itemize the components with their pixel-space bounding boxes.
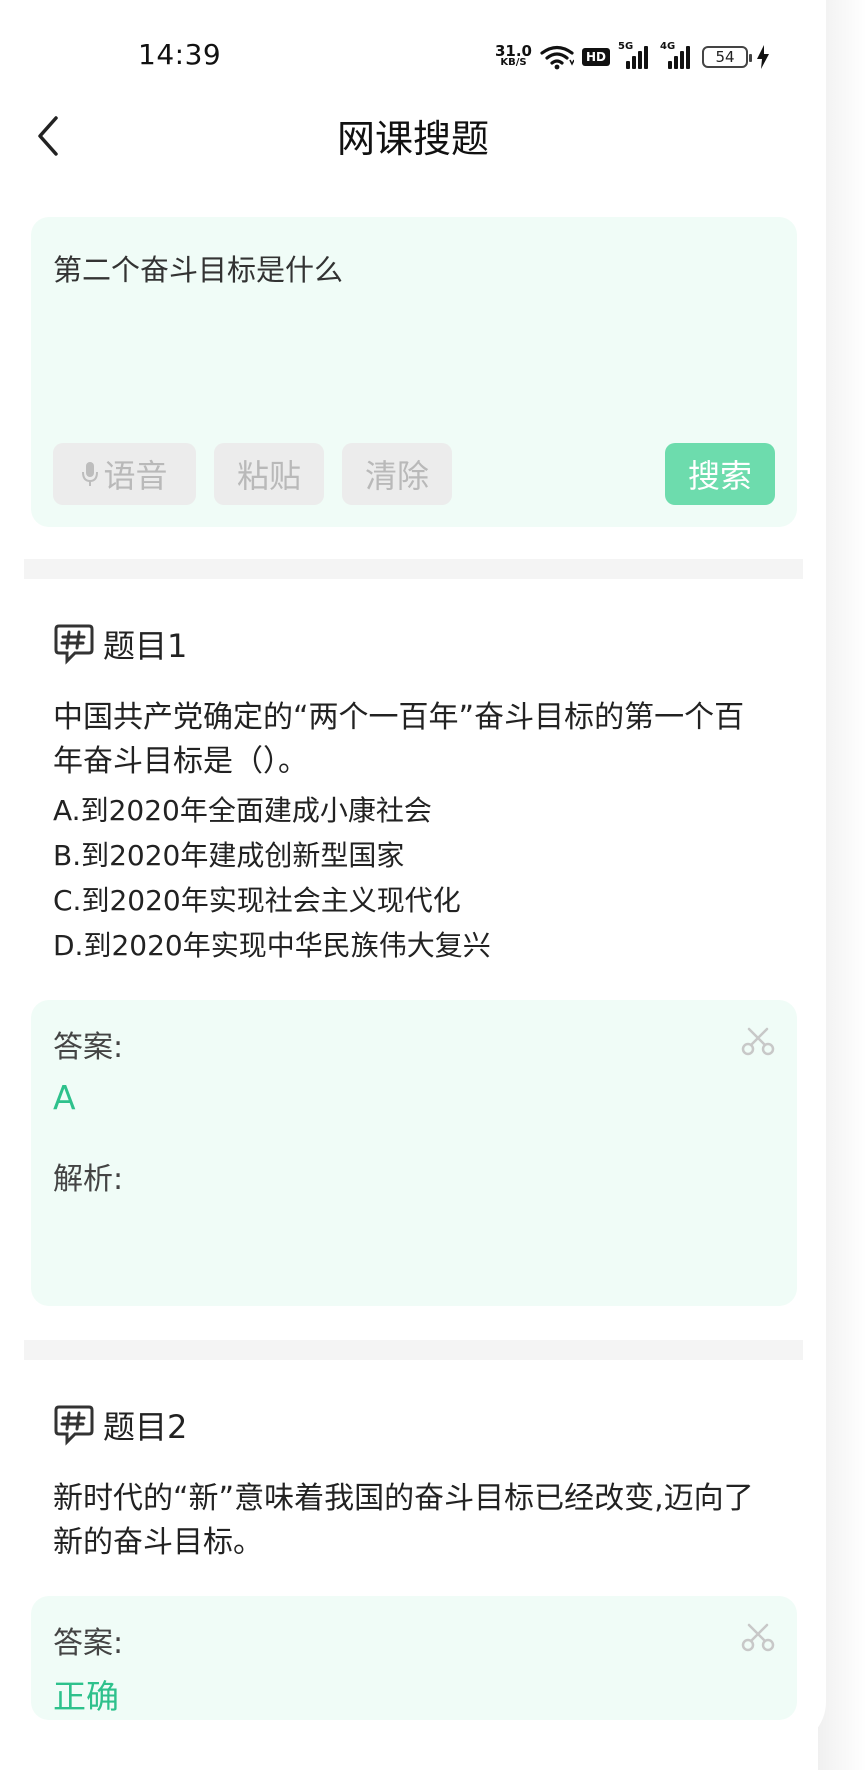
question-2-header: 题目2 [53, 1402, 187, 1448]
voice-button[interactable]: 语音 [53, 443, 196, 505]
voice-button-label: 语音 [103, 457, 168, 495]
wifi-icon [540, 45, 574, 70]
section-divider [24, 1340, 803, 1360]
search-button[interactable]: 搜索 [665, 443, 775, 505]
answer-value: A [53, 1078, 76, 1117]
scissors-icon[interactable] [741, 1622, 775, 1652]
question-2-label: 题目2 [103, 1408, 188, 1446]
search-input[interactable]: 第二个奋斗目标是什么 [53, 247, 773, 289]
battery-level: 54 [715, 48, 735, 66]
analysis-label: 解析: [53, 1162, 124, 1197]
hashtag-chat-icon [54, 624, 94, 665]
hd-badge: HD [581, 48, 610, 66]
option-b: B.到2020年建成创新型国家 [53, 839, 405, 872]
status-time: 14:39 [138, 38, 222, 71]
answer-label: 答案: [53, 1030, 124, 1065]
question-1-header: 题目1 [53, 621, 187, 667]
net-speed: 31.0 KB/S [494, 42, 532, 69]
option-c: C.到2020年实现社会主义现代化 [53, 884, 461, 917]
answer-value: 正确 [53, 1677, 119, 1716]
status-bar: 14:39 31.0 KB/S HD 5G 4G 54 [0, 36, 826, 80]
net-speed-value: 31.0 [494, 42, 532, 60]
question-1-text: 中国共产党确定的“两个一百年”奋斗目标的第一个百年奋斗目标是（）。 [53, 700, 745, 779]
signal-5g-icon: 5G [618, 41, 652, 69]
option-d: D.到2020年实现中华民族伟大复兴 [53, 929, 491, 962]
clear-button-label: 清除 [364, 457, 429, 495]
status-icons: 31.0 KB/S HD 5G 4G 54 [494, 41, 770, 70]
question-1-label: 题目1 [103, 627, 188, 665]
question-1-options: A.到2020年全面建成小康社会 B.到2020年建成创新型国家 C.到2020… [53, 788, 773, 968]
answer-card-1: 答案: A 解析: [31, 1000, 797, 1306]
clear-button[interactable]: 清除 [342, 443, 452, 505]
signal-4g-icon: 4G [660, 41, 694, 69]
answer-label: 答案: [53, 1626, 124, 1661]
paste-button-label: 粘贴 [236, 457, 301, 495]
answer-card-2: 答案: 正确 [31, 1596, 797, 1720]
scissors-icon[interactable] [741, 1026, 775, 1056]
charging-icon [757, 45, 769, 69]
search-button-label: 搜索 [687, 457, 752, 495]
section-divider [24, 559, 803, 579]
search-card: 第二个奋斗目标是什么 语音 粘贴 清除 搜索 [31, 217, 797, 527]
option-a: A.到2020年全面建成小康社会 [53, 794, 432, 827]
microphone-icon [82, 462, 99, 486]
hashtag-chat-icon [54, 1405, 94, 1446]
page-title: 网课搜题 [336, 117, 489, 161]
phone-screen: 14:39 31.0 KB/S HD 5G 4G 54 网课搜题 第二个奋斗目标… [0, 0, 826, 1746]
net-speed-unit: KB/S [500, 57, 527, 68]
paste-button[interactable]: 粘贴 [214, 443, 324, 505]
battery-icon: 54 [702, 46, 752, 68]
question-2-text: 新时代的“新”意味着我国的奋斗目标已经改变,迈向了新的奋斗目标。 [53, 1481, 754, 1560]
